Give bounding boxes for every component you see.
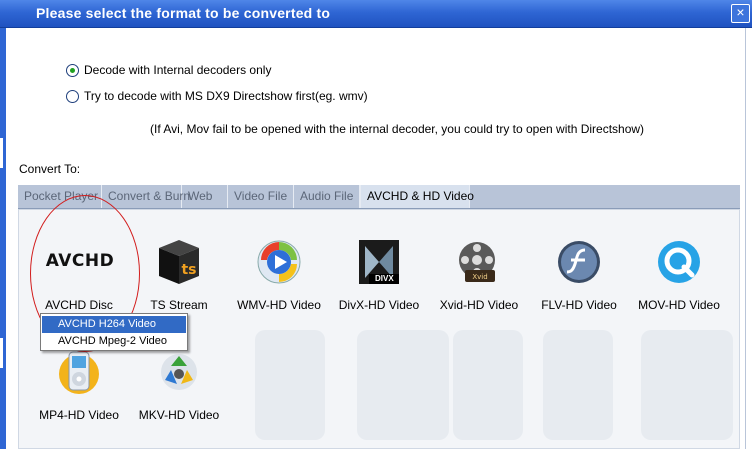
avchd-context-menu: AVCHD H264 Video AVCHD Mpeg-2 Video xyxy=(40,313,188,351)
background-watermark xyxy=(641,330,733,440)
format-ts-stream[interactable]: ts TS Stream xyxy=(129,238,229,312)
menu-item-avchd-h264[interactable]: AVCHD H264 Video xyxy=(42,316,186,333)
format-label: MOV-HD Video xyxy=(638,298,720,312)
format-mkv-hd[interactable]: MKV-HD Video xyxy=(129,348,229,422)
radio-button[interactable] xyxy=(66,89,79,103)
decoder-hint: (If Avi, Mov fail to be opened with the … xyxy=(150,122,645,136)
close-button[interactable]: × xyxy=(731,4,750,23)
tab-avchd-hd-video[interactable]: AVCHD & HD Video xyxy=(360,185,474,208)
menu-item-avchd-mpeg2[interactable]: AVCHD Mpeg-2 Video xyxy=(42,333,186,350)
recycle-icon xyxy=(155,348,203,396)
format-dialog: Decode with Internal decoders only Try t… xyxy=(6,28,746,449)
film-reel-icon: Xvid xyxy=(455,238,503,286)
radio-internal-decoders[interactable]: Decode with Internal decoders only xyxy=(66,63,271,77)
window-title: Please select the format to be converted… xyxy=(36,5,331,21)
ts-cube-icon: ts xyxy=(155,238,203,286)
background-watermark xyxy=(255,330,325,440)
svg-text:ts: ts xyxy=(181,262,196,278)
format-label: MKV-HD Video xyxy=(138,408,220,422)
tab-audio-file[interactable]: Audio File xyxy=(294,185,360,208)
radio-directshow-first[interactable]: Try to decode with MS DX9 Directshow fir… xyxy=(66,89,368,103)
radio-label: Decode with Internal decoders only xyxy=(84,63,272,77)
format-tabs: Pocket Player Convert & Burn Web Video F… xyxy=(18,185,740,209)
format-label: WMV-HD Video xyxy=(237,298,321,312)
edge-nub xyxy=(0,338,3,368)
format-label: DivX-HD Video xyxy=(338,298,420,312)
format-label: MP4-HD Video xyxy=(39,408,119,422)
background-watermark xyxy=(543,330,613,440)
format-label: TS Stream xyxy=(150,298,208,312)
edge-nub xyxy=(0,138,3,168)
format-mp4-hd[interactable]: MP4-HD Video xyxy=(29,348,129,422)
tab-convert-burn[interactable]: Convert & Burn xyxy=(102,185,190,208)
divx-icon: DIVX xyxy=(355,238,403,286)
radio-label: Try to decode with MS DX9 Directshow fir… xyxy=(84,89,368,103)
background-watermark xyxy=(357,330,449,440)
format-flv-hd[interactable]: FLV-HD Video xyxy=(529,238,629,312)
format-wmv-hd[interactable]: WMV-HD Video xyxy=(229,238,329,312)
background-watermark xyxy=(453,330,523,440)
close-icon: × xyxy=(736,4,745,20)
quicktime-icon xyxy=(655,238,703,286)
format-label: Xvid-HD Video xyxy=(439,298,519,312)
format-label: FLV-HD Video xyxy=(541,298,617,312)
tab-video-file[interactable]: Video File xyxy=(228,185,294,208)
format-xvid-hd[interactable]: Xvid Xvid-HD Video xyxy=(429,238,529,312)
windows-media-player-icon xyxy=(255,238,303,286)
svg-text:Xvid: Xvid xyxy=(472,273,487,281)
format-mov-hd[interactable]: MOV-HD Video xyxy=(629,238,729,312)
flash-icon xyxy=(555,238,603,286)
convert-to-label: Convert To: xyxy=(19,162,81,176)
radio-button-checked[interactable] xyxy=(66,63,79,77)
format-divx-hd[interactable]: DIVX DivX-HD Video xyxy=(329,238,429,312)
tab-web[interactable]: Web xyxy=(182,185,228,208)
ipod-icon xyxy=(55,348,103,396)
title-bar: Please select the format to be converted… xyxy=(0,0,752,28)
